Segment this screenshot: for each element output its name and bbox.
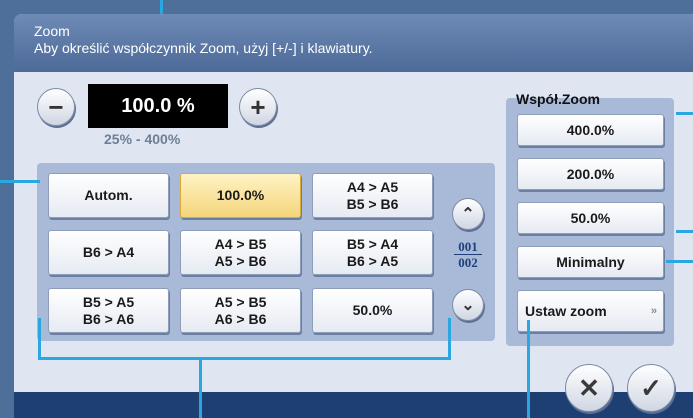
ok-button[interactable]: ✓	[627, 364, 675, 412]
preset-50[interactable]: 50.0%	[312, 288, 433, 333]
preset-100[interactable]: 100.0%	[180, 173, 301, 218]
double-chevron-right-icon: »	[650, 304, 657, 317]
page-down-button[interactable]: ⌄	[452, 289, 484, 321]
callout-line	[527, 320, 530, 418]
chevron-down-icon: ⌄	[461, 297, 475, 314]
callout-line	[666, 260, 693, 263]
ratio-minimal[interactable]: Minimalny	[517, 246, 664, 278]
zoom-increase-button[interactable]: +	[239, 88, 277, 126]
preset-auto[interactable]: Autom.	[48, 173, 169, 218]
callout-line	[38, 357, 450, 360]
chevron-up-icon: ⌃	[461, 206, 475, 223]
screen-title: Zoom	[34, 23, 70, 39]
callout-line	[676, 112, 693, 115]
preset-a4-b5[interactable]: A4 > B5 A5 > B6	[180, 230, 301, 275]
header: Zoom Aby określić współczynnik Zoom, uży…	[14, 14, 693, 72]
preset-a5-b5[interactable]: A5 > B5 A6 > B6	[180, 288, 301, 333]
ratio-panel-title: Współ.Zoom	[516, 91, 600, 107]
minus-icon: −	[48, 91, 64, 122]
cancel-button[interactable]: ✕	[565, 364, 613, 412]
page-indicator: 001 002	[452, 240, 484, 269]
callout-line	[0, 180, 40, 183]
ratio-200[interactable]: 200.0%	[517, 158, 664, 190]
check-icon: ✓	[640, 372, 662, 403]
close-icon: ✕	[578, 372, 600, 403]
preset-b5-a5[interactable]: B5 > A5 B6 > A6	[48, 288, 169, 333]
zoom-value-display: 100.0 %	[88, 84, 228, 128]
preset-b5-a4[interactable]: B5 > A4 B6 > A5	[312, 230, 433, 275]
page-total: 002	[458, 255, 478, 270]
page-current: 001	[458, 239, 478, 254]
preset-b6-a4[interactable]: B6 > A4	[48, 230, 169, 275]
callout-line	[448, 318, 451, 360]
preset-a4-a5[interactable]: A4 > A5 B5 > B6	[312, 173, 433, 218]
zoom-decrease-button[interactable]: −	[37, 88, 75, 126]
callout-line	[38, 318, 41, 360]
callout-line	[199, 358, 202, 418]
zoom-range-label: 25% - 400%	[104, 131, 181, 147]
set-zoom-button[interactable]: Ustaw zoom »	[517, 290, 664, 332]
ratio-400[interactable]: 400.0%	[517, 114, 664, 146]
callout-line	[676, 230, 693, 233]
ratio-50[interactable]: 50.0%	[517, 202, 664, 234]
zoom-screen: Zoom Aby określić współczynnik Zoom, uży…	[0, 0, 693, 418]
plus-icon: +	[250, 91, 266, 122]
instruction-text: Aby określić współczynnik Zoom, użyj [+/…	[34, 40, 373, 56]
page-up-button[interactable]: ⌃	[452, 198, 484, 230]
